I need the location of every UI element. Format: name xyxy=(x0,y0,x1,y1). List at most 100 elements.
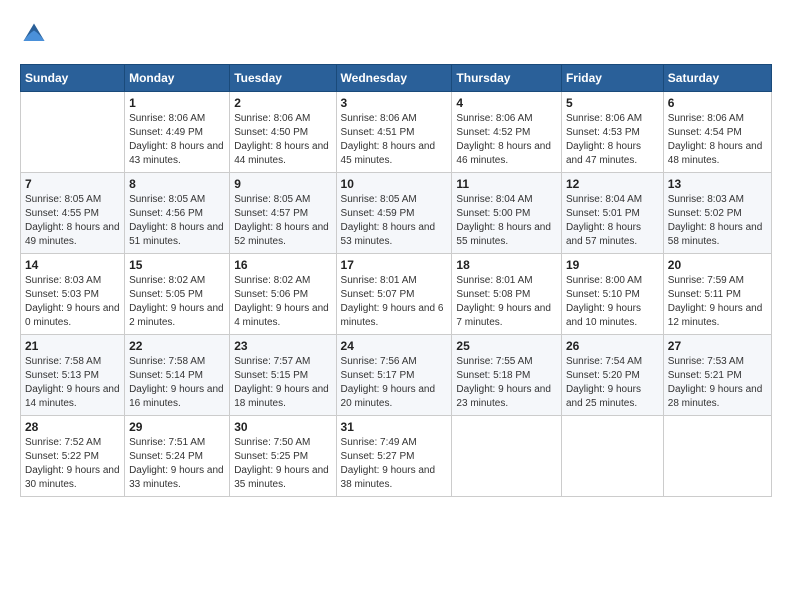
day-number: 14 xyxy=(25,258,120,272)
day-number: 20 xyxy=(668,258,767,272)
day-info: Sunrise: 7:49 AMSunset: 5:27 PMDaylight:… xyxy=(341,436,448,492)
calendar-cell: 29 Sunrise: 7:51 AMSunset: 5:24 PMDayligh… xyxy=(125,416,230,497)
day-number: 10 xyxy=(341,177,448,191)
day-number: 15 xyxy=(129,258,225,272)
calendar-week-row: 7 Sunrise: 8:05 AMSunset: 4:55 PMDaylight… xyxy=(21,173,772,254)
calendar-cell: 21 Sunrise: 7:58 AMSunset: 5:13 PMDayligh… xyxy=(21,335,125,416)
calendar-cell: 17 Sunrise: 8:01 AMSunset: 5:07 PMDayligh… xyxy=(336,254,452,335)
day-number: 29 xyxy=(129,420,225,434)
day-info: Sunrise: 8:02 AMSunset: 5:06 PMDaylight:… xyxy=(234,274,331,330)
calendar-cell: 19 Sunrise: 8:00 AMSunset: 5:10 PMDayligh… xyxy=(561,254,663,335)
calendar-cell: 10 Sunrise: 8:05 AMSunset: 4:59 PMDayligh… xyxy=(336,173,452,254)
day-info: Sunrise: 8:05 AMSunset: 4:59 PMDaylight:… xyxy=(341,193,448,249)
calendar-cell: 26Sunrise: 7:54 AMSunset: 5:20 PMDayligh… xyxy=(561,335,663,416)
day-info: Sunrise: 7:50 AMSunset: 5:25 PMDaylight:… xyxy=(234,436,331,492)
day-info: Sunrise: 8:03 AMSunset: 5:02 PMDaylight:… xyxy=(668,193,767,249)
day-number: 7 xyxy=(25,177,120,191)
day-number: 4 xyxy=(456,96,557,110)
logo xyxy=(20,20,52,48)
calendar-cell xyxy=(21,92,125,173)
day-info: Sunrise: 8:04 AMSunset: 5:00 PMDaylight:… xyxy=(456,193,557,249)
day-number: 24 xyxy=(341,339,448,353)
day-info: Sunrise: 8:06 AMSunset: 4:49 PMDaylight:… xyxy=(129,112,225,168)
header-row: SundayMondayTuesdayWednesdayThursdayFrid… xyxy=(21,65,772,92)
calendar-cell: 8 Sunrise: 8:05 AMSunset: 4:56 PMDaylight… xyxy=(125,173,230,254)
day-number: 30 xyxy=(234,420,331,434)
weekday-header: Saturday xyxy=(663,65,771,92)
day-info: Sunrise: 7:52 AMSunset: 5:22 PMDaylight:… xyxy=(25,436,120,492)
weekday-header: Friday xyxy=(561,65,663,92)
calendar-cell: 14Sunrise: 8:03 AMSunset: 5:03 PMDayligh… xyxy=(21,254,125,335)
day-info: Sunrise: 8:06 AMSunset: 4:52 PMDaylight:… xyxy=(456,112,557,168)
calendar-table: SundayMondayTuesdayWednesdayThursdayFrid… xyxy=(20,64,772,497)
day-info: Sunrise: 8:00 AMSunset: 5:10 PMDaylight:… xyxy=(566,274,659,330)
day-number: 13 xyxy=(668,177,767,191)
calendar-week-row: 28 Sunrise: 7:52 AMSunset: 5:22 PMDayligh… xyxy=(21,416,772,497)
day-info: Sunrise: 7:53 AMSunset: 5:21 PMDaylight:… xyxy=(668,355,767,411)
day-number: 28 xyxy=(25,420,120,434)
weekday-header: Wednesday xyxy=(336,65,452,92)
weekday-header: Thursday xyxy=(452,65,562,92)
day-number: 26 xyxy=(566,339,659,353)
calendar-cell: 30 Sunrise: 7:50 AMSunset: 5:25 PMDayligh… xyxy=(230,416,336,497)
day-number: 21 xyxy=(25,339,120,353)
calendar-cell: 3Sunrise: 8:06 AMSunset: 4:51 PMDaylight… xyxy=(336,92,452,173)
day-info: Sunrise: 7:51 AMSunset: 5:24 PMDaylight:… xyxy=(129,436,225,492)
day-number: 19 xyxy=(566,258,659,272)
calendar-header: SundayMondayTuesdayWednesdayThursdayFrid… xyxy=(21,65,772,92)
calendar-cell: 16 Sunrise: 8:02 AMSunset: 5:06 PMDayligh… xyxy=(230,254,336,335)
day-info: Sunrise: 8:05 AMSunset: 4:55 PMDaylight:… xyxy=(25,193,120,249)
day-number: 12 xyxy=(566,177,659,191)
day-info: Sunrise: 8:04 AMSunset: 5:01 PMDaylight:… xyxy=(566,193,659,249)
day-info: Sunrise: 8:06 AMSunset: 4:50 PMDaylight:… xyxy=(234,112,331,168)
day-number: 17 xyxy=(341,258,448,272)
calendar-cell: 18Sunrise: 8:01 AMSunset: 5:08 PMDayligh… xyxy=(452,254,562,335)
day-number: 18 xyxy=(456,258,557,272)
page-header xyxy=(20,20,772,48)
calendar-body: 1 Sunrise: 8:06 AMSunset: 4:49 PMDaylight… xyxy=(21,92,772,497)
day-number: 5 xyxy=(566,96,659,110)
weekday-header: Tuesday xyxy=(230,65,336,92)
day-number: 9 xyxy=(234,177,331,191)
day-number: 11 xyxy=(456,177,557,191)
day-info: Sunrise: 8:02 AMSunset: 5:05 PMDaylight:… xyxy=(129,274,225,330)
day-info: Sunrise: 7:55 AMSunset: 5:18 PMDaylight:… xyxy=(456,355,557,411)
calendar-cell xyxy=(561,416,663,497)
day-info: Sunrise: 8:06 AMSunset: 4:53 PMDaylight:… xyxy=(566,112,659,168)
calendar-cell: 13 Sunrise: 8:03 AMSunset: 5:02 PMDayligh… xyxy=(663,173,771,254)
day-number: 1 xyxy=(129,96,225,110)
day-info: Sunrise: 8:06 AMSunset: 4:54 PMDaylight:… xyxy=(668,112,767,168)
calendar-cell: 23Sunrise: 7:57 AMSunset: 5:15 PMDayligh… xyxy=(230,335,336,416)
calendar-cell: 28 Sunrise: 7:52 AMSunset: 5:22 PMDayligh… xyxy=(21,416,125,497)
calendar-cell xyxy=(452,416,562,497)
calendar-cell: 5 Sunrise: 8:06 AMSunset: 4:53 PMDaylight… xyxy=(561,92,663,173)
calendar-cell: 31 Sunrise: 7:49 AMSunset: 5:27 PMDayligh… xyxy=(336,416,452,497)
day-number: 3 xyxy=(341,96,448,110)
day-info: Sunrise: 7:57 AMSunset: 5:15 PMDaylight:… xyxy=(234,355,331,411)
day-info: Sunrise: 8:01 AMSunset: 5:07 PMDaylight:… xyxy=(341,274,448,330)
calendar-week-row: 21 Sunrise: 7:58 AMSunset: 5:13 PMDayligh… xyxy=(21,335,772,416)
day-number: 16 xyxy=(234,258,331,272)
logo-icon xyxy=(20,20,48,48)
day-number: 8 xyxy=(129,177,225,191)
day-info: Sunrise: 7:56 AMSunset: 5:17 PMDaylight:… xyxy=(341,355,448,411)
calendar-cell: 7 Sunrise: 8:05 AMSunset: 4:55 PMDaylight… xyxy=(21,173,125,254)
calendar-cell: 1 Sunrise: 8:06 AMSunset: 4:49 PMDaylight… xyxy=(125,92,230,173)
calendar-cell xyxy=(663,416,771,497)
day-info: Sunrise: 7:58 AMSunset: 5:13 PMDaylight:… xyxy=(25,355,120,411)
day-info: Sunrise: 7:58 AMSunset: 5:14 PMDaylight:… xyxy=(129,355,225,411)
calendar-cell: 11 Sunrise: 8:04 AMSunset: 5:00 PMDayligh… xyxy=(452,173,562,254)
calendar-cell: 2Sunrise: 8:06 AMSunset: 4:50 PMDaylight… xyxy=(230,92,336,173)
day-number: 6 xyxy=(668,96,767,110)
calendar-cell: 25 Sunrise: 7:55 AMSunset: 5:18 PMDayligh… xyxy=(452,335,562,416)
day-info: Sunrise: 8:05 AMSunset: 4:57 PMDaylight:… xyxy=(234,193,331,249)
day-number: 22 xyxy=(129,339,225,353)
weekday-header: Sunday xyxy=(21,65,125,92)
day-number: 31 xyxy=(341,420,448,434)
day-number: 27 xyxy=(668,339,767,353)
calendar-cell: 20 Sunrise: 7:59 AMSunset: 5:11 PMDayligh… xyxy=(663,254,771,335)
calendar-cell: 27 Sunrise: 7:53 AMSunset: 5:21 PMDayligh… xyxy=(663,335,771,416)
day-info: Sunrise: 8:05 AMSunset: 4:56 PMDaylight:… xyxy=(129,193,225,249)
day-number: 25 xyxy=(456,339,557,353)
day-info: Sunrise: 7:59 AMSunset: 5:11 PMDaylight:… xyxy=(668,274,767,330)
